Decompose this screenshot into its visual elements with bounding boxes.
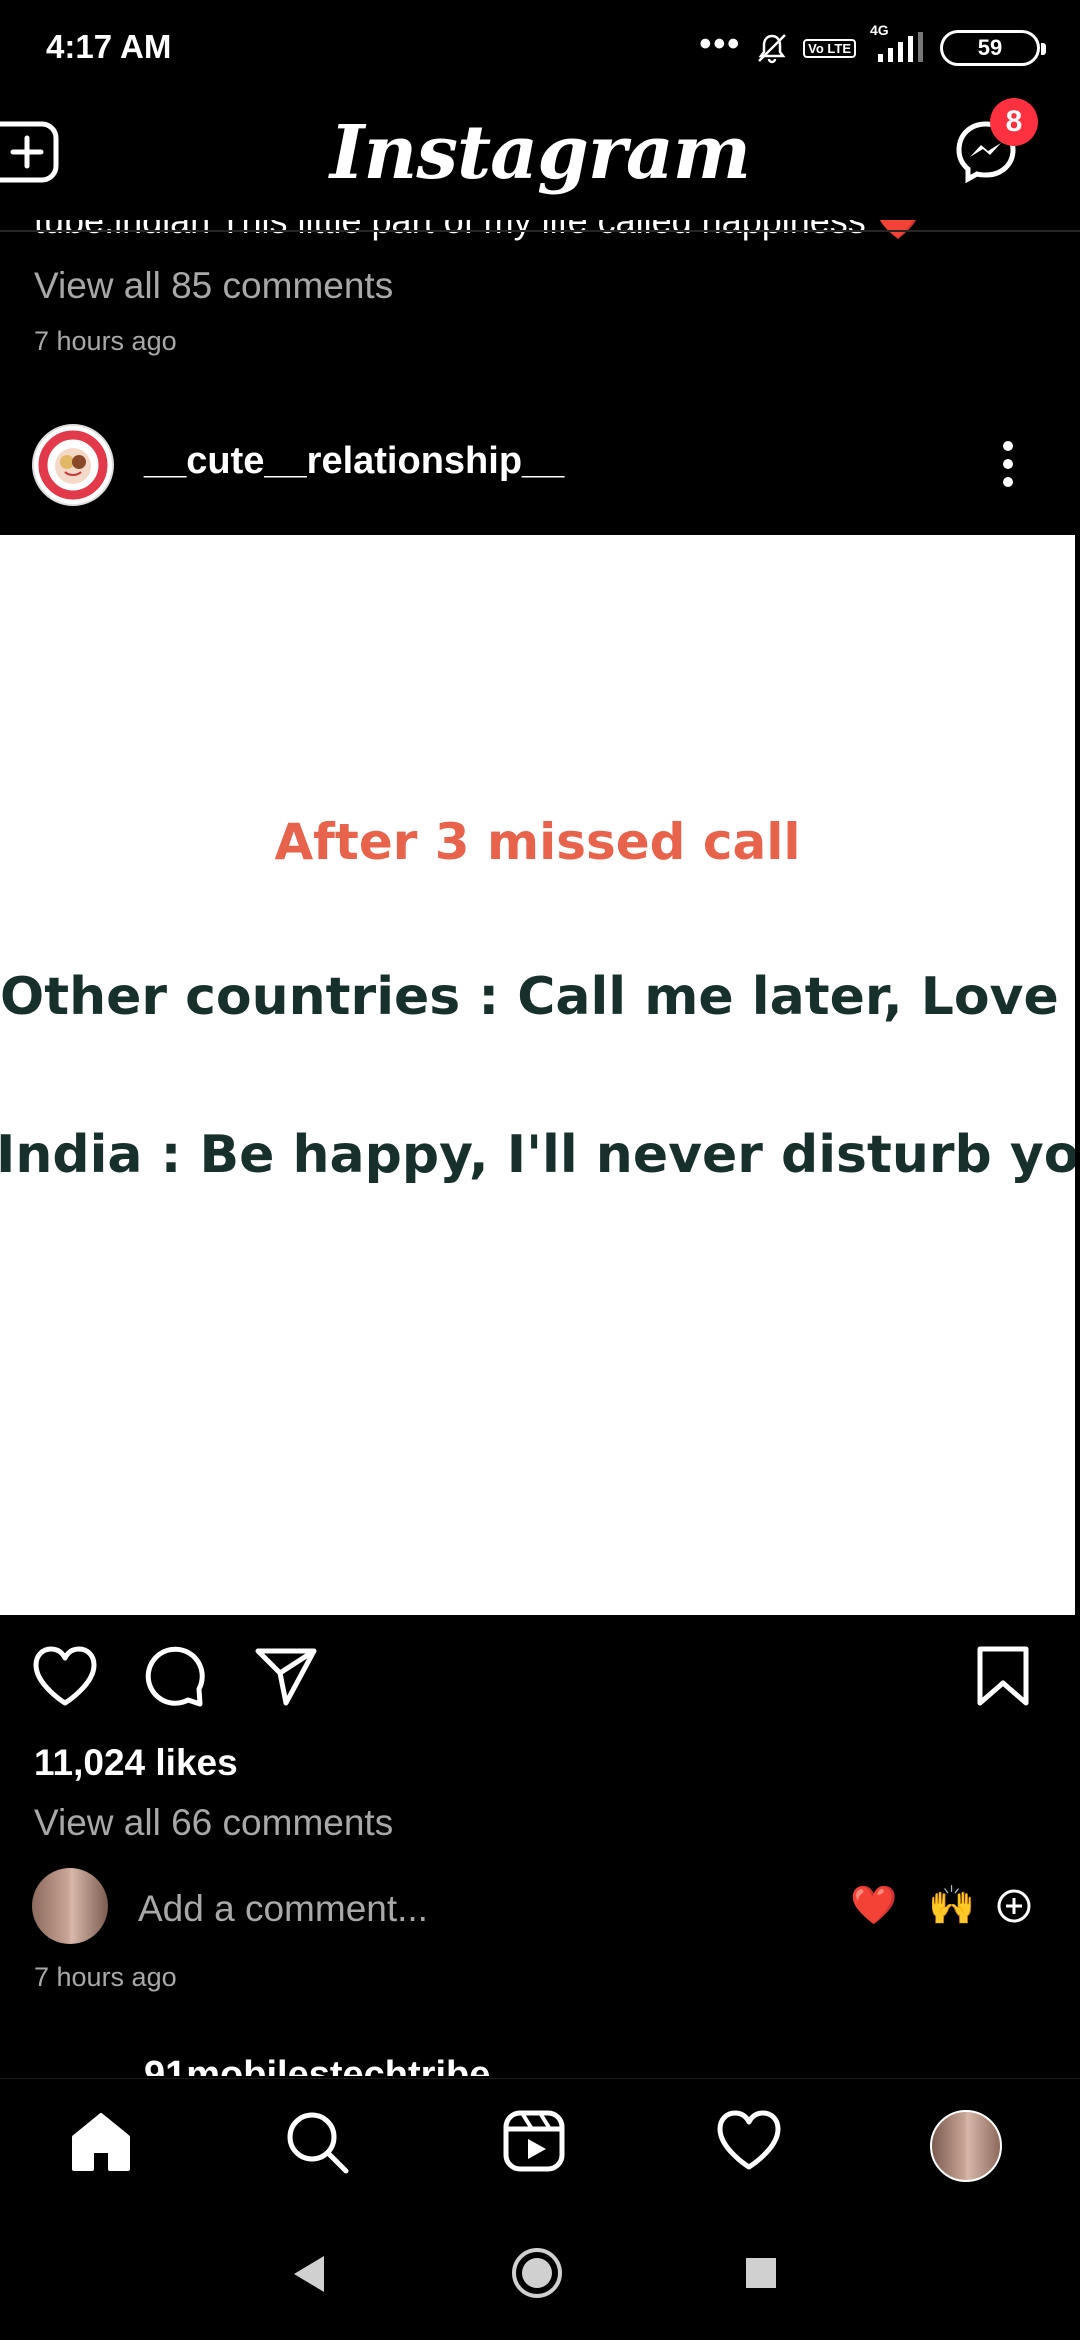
previous-post-time: 7 hours ago bbox=[34, 326, 177, 356]
home-icon[interactable] bbox=[68, 2109, 134, 2175]
save-bookmark-icon[interactable] bbox=[976, 1645, 1030, 1707]
status-icons: ••• Vo LTE 4G 59 bbox=[699, 22, 1046, 66]
comment-icon[interactable] bbox=[144, 1645, 206, 1707]
instagram-logo: Instagram bbox=[329, 110, 751, 196]
bottom-navigation bbox=[0, 2078, 1080, 2213]
add-comment-input[interactable]: Add a comment... bbox=[138, 1888, 428, 1930]
previous-view-comments-link[interactable]: View all 85 comments bbox=[34, 265, 393, 307]
next-post-peek: 91mobilestechtribe bbox=[34, 2052, 1034, 2076]
post-image[interactable]: After 3 missed call Other countries : Ca… bbox=[0, 535, 1075, 1615]
profile-avatar[interactable] bbox=[930, 2110, 1002, 2182]
meme-line-other-countries: Other countries : Call me later, Love yo… bbox=[0, 967, 1075, 1027]
view-comments-link[interactable]: View all 66 comments bbox=[34, 1802, 393, 1844]
header-divider bbox=[0, 230, 1080, 232]
like-heart-icon[interactable] bbox=[32, 1645, 98, 1707]
more-options-icon[interactable] bbox=[1000, 440, 1016, 488]
next-post-username[interactable]: 91mobilestechtribe bbox=[144, 2054, 490, 2076]
share-send-icon[interactable] bbox=[254, 1645, 318, 1707]
add-emoji-icon[interactable] bbox=[996, 1888, 1032, 1924]
battery-indicator: 59 bbox=[940, 30, 1046, 66]
quick-emoji-heart[interactable]: ❤️ bbox=[850, 1884, 897, 1928]
quick-emoji-raised-hands[interactable]: 🙌 bbox=[928, 1884, 975, 1928]
activity-heart-icon[interactable] bbox=[716, 2109, 782, 2171]
post-time: 7 hours ago bbox=[34, 1962, 177, 1992]
battery-level: 59 bbox=[977, 35, 1003, 60]
status-time: 4:17 AM bbox=[46, 28, 172, 65]
current-user-avatar bbox=[32, 1868, 108, 1944]
signal-icon: 4G bbox=[870, 22, 926, 64]
status-dots: ••• bbox=[699, 25, 742, 63]
reels-icon[interactable] bbox=[502, 2109, 566, 2173]
search-icon[interactable] bbox=[284, 2109, 350, 2175]
post-author-avatar[interactable] bbox=[32, 424, 114, 506]
meme-headline: After 3 missed call bbox=[274, 813, 801, 871]
network-type: 4G bbox=[870, 22, 889, 38]
meme-line-india: India : Be happy, I'll never disturb you… bbox=[0, 1125, 1075, 1185]
mute-bell-icon bbox=[755, 31, 789, 65]
back-icon[interactable] bbox=[290, 2252, 330, 2296]
previous-post-caption: tube.indian This little part of my life … bbox=[34, 200, 921, 241]
post-username[interactable]: __cute__relationship__ bbox=[144, 440, 564, 483]
likes-count[interactable]: 11,024 likes bbox=[34, 1742, 238, 1784]
messenger-badge: 8 bbox=[990, 98, 1038, 146]
home-circle-icon[interactable] bbox=[510, 2246, 564, 2300]
system-navigation bbox=[0, 2212, 1080, 2340]
recents-icon[interactable] bbox=[744, 2256, 778, 2290]
volte-badge: Vo LTE bbox=[803, 38, 856, 58]
